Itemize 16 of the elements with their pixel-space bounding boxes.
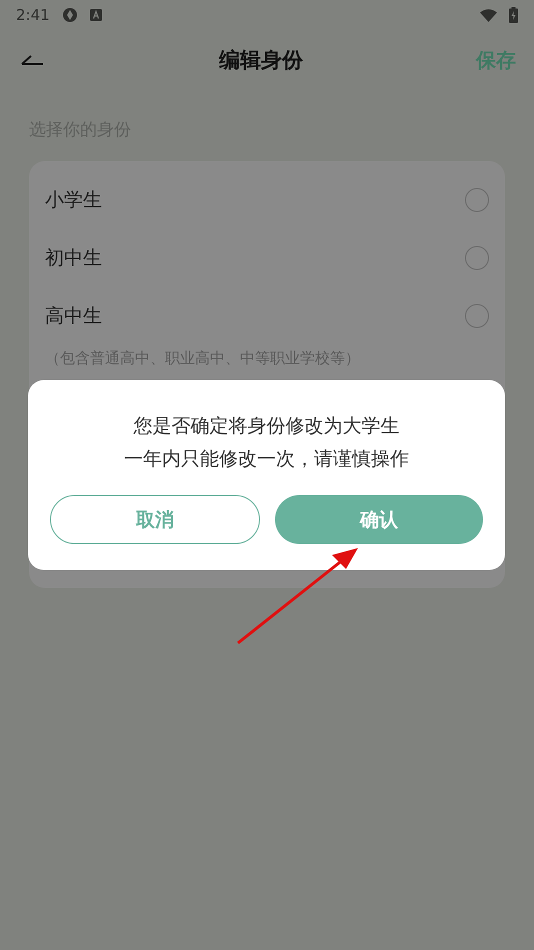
battery-icon bbox=[509, 7, 518, 23]
option-label[interactable]: 高中生 bbox=[45, 303, 102, 329]
status-time: 2:41 bbox=[16, 6, 50, 24]
radio-button[interactable] bbox=[465, 304, 489, 328]
option-label[interactable]: 初中生 bbox=[45, 245, 102, 271]
option-label[interactable]: 小学生 bbox=[45, 187, 102, 213]
confirm-button[interactable]: 确认 bbox=[275, 495, 483, 544]
radio-button[interactable] bbox=[465, 188, 489, 212]
dialog-message: 一年内只能修改一次，请谨慎操作 bbox=[124, 447, 409, 472]
wifi-icon bbox=[480, 8, 497, 22]
keyboard-a-icon bbox=[90, 9, 102, 21]
aperture-icon bbox=[62, 7, 78, 23]
dialog-message: 您是否确定将身份修改为大学生 bbox=[134, 414, 400, 439]
page-title: 编辑身份 bbox=[218, 47, 304, 74]
cancel-button[interactable]: 取消 bbox=[50, 495, 260, 544]
radio-button[interactable] bbox=[465, 246, 489, 270]
